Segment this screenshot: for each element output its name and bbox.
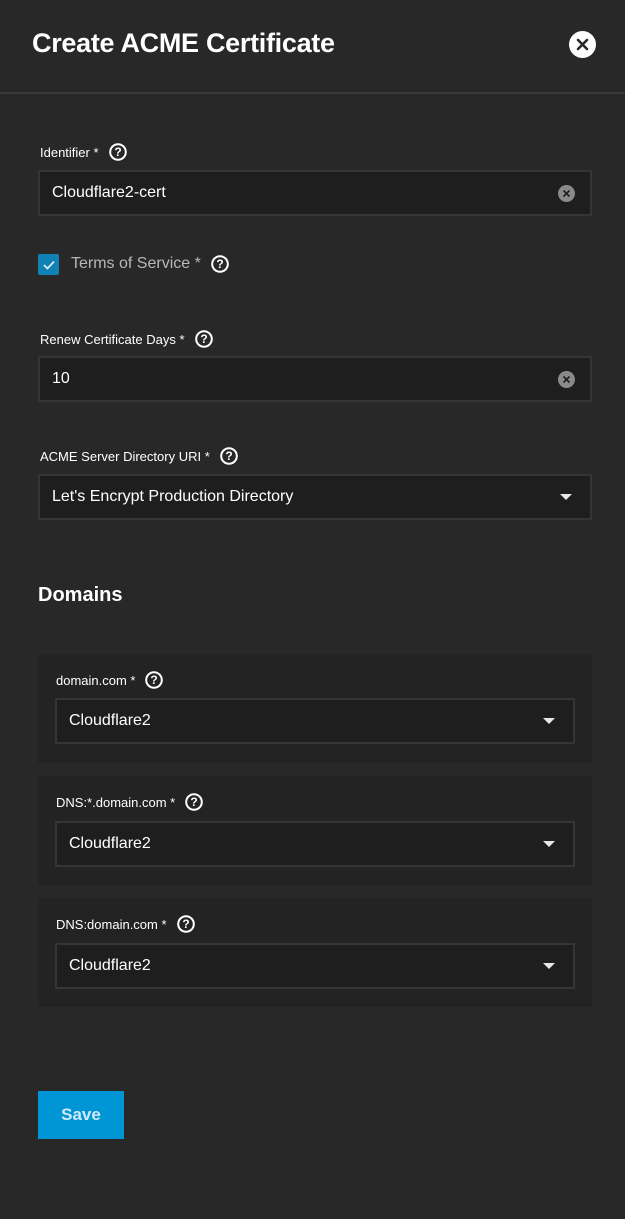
renew-days-value[interactable]: 10 [52, 370, 558, 388]
svg-text:?: ? [216, 257, 223, 271]
domain-provider-value: Cloudflare2 [69, 712, 151, 729]
terms-of-service-label-text: Terms of Service * [71, 255, 201, 272]
svg-text:?: ? [114, 145, 121, 159]
domain-label: DNS:*.domain.com * ? [56, 793, 204, 811]
domain-card: DNS:*.domain.com * ? Cloudflare2 [38, 776, 592, 885]
domain-card: domain.com * ? Cloudflare2 [38, 654, 592, 763]
domain-provider-select[interactable]: Cloudflare2 [55, 821, 575, 867]
terms-of-service-label: Terms of Service * ? [71, 255, 229, 273]
close-button[interactable] [569, 31, 596, 58]
help-icon[interactable]: ? [211, 255, 229, 273]
acme-directory-label: ACME Server Directory URI * ? [40, 447, 238, 465]
terms-of-service-checkbox[interactable] [38, 254, 59, 275]
acme-directory-label-text: ACME Server Directory URI * [40, 448, 210, 464]
identifier-label-text: Identifier * [40, 144, 99, 160]
svg-text:?: ? [151, 673, 158, 687]
domain-label: DNS:domain.com * ? [56, 915, 195, 933]
dialog-title: Create ACME Certificate [32, 28, 335, 58]
chevron-down-icon [543, 841, 555, 847]
renew-days-label: Renew Certificate Days * ? [40, 330, 213, 348]
acme-directory-select[interactable]: Let's Encrypt Production Directory [38, 474, 592, 520]
dialog-header: Create ACME Certificate [0, 0, 625, 94]
domain-label-text: DNS:*.domain.com * [56, 794, 176, 810]
help-icon[interactable]: ? [145, 671, 164, 689]
identifier-value[interactable]: Cloudflare2-cert [52, 184, 558, 202]
domain-label-text: domain.com * [56, 672, 136, 688]
svg-text:?: ? [182, 917, 189, 931]
identifier-label: Identifier * ? [40, 143, 127, 161]
svg-text:?: ? [200, 332, 207, 346]
renew-days-input[interactable]: 10 [38, 356, 592, 402]
chevron-down-icon [560, 494, 572, 500]
domain-provider-value: Cloudflare2 [69, 957, 151, 974]
clear-icon[interactable] [558, 370, 575, 388]
domains-section-title: Domains [38, 584, 123, 606]
domain-label-text: DNS:domain.com * [56, 916, 167, 932]
help-icon[interactable]: ? [194, 330, 213, 348]
renew-days-label-text: Renew Certificate Days * [40, 331, 185, 347]
chevron-down-icon [543, 718, 555, 724]
help-icon[interactable]: ? [176, 915, 195, 933]
domain-label: domain.com * ? [56, 671, 164, 689]
domain-provider-select[interactable]: Cloudflare2 [55, 698, 575, 744]
chevron-down-icon [543, 963, 555, 969]
help-icon[interactable]: ? [219, 447, 238, 465]
close-icon [576, 38, 589, 51]
domain-provider-value: Cloudflare2 [69, 835, 151, 852]
help-icon[interactable]: ? [108, 143, 127, 161]
acme-directory-value: Let's Encrypt Production Directory [52, 488, 294, 505]
svg-text:?: ? [225, 449, 232, 463]
domain-card: DNS:domain.com * ? Cloudflare2 [38, 898, 592, 1007]
check-icon [42, 260, 55, 270]
save-button[interactable]: Save [38, 1091, 124, 1139]
clear-icon[interactable] [558, 184, 575, 202]
domain-provider-select[interactable]: Cloudflare2 [55, 943, 575, 989]
svg-text:?: ? [191, 795, 198, 809]
identifier-input[interactable]: Cloudflare2-cert [38, 170, 592, 216]
help-icon[interactable]: ? [185, 793, 204, 811]
